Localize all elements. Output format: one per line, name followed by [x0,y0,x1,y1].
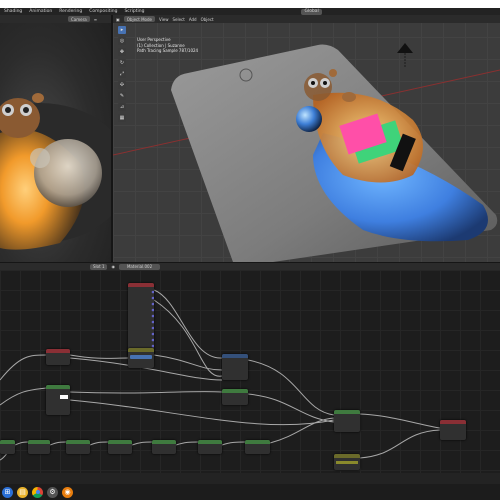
material-icon: ◉ [111,264,115,269]
vector-node[interactable] [222,354,248,380]
menu-compositing[interactable]: Compositing [89,9,117,14]
menu-object[interactable]: Object [201,17,214,22]
menu-add[interactable]: Add [189,17,197,22]
material-select[interactable]: Material.002 [118,263,161,270]
menu-icon[interactable]: ≡ [94,17,97,22]
chain-node-1[interactable] [0,440,15,454]
rotate-icon[interactable]: ↻ [118,59,126,67]
chain-node-6[interactable] [198,440,222,454]
chain-node-7[interactable] [245,440,270,454]
menu-shading[interactable]: Shading [4,9,22,14]
node-editor-header: Slot 1 ◉ Material.002 [0,262,500,270]
status-bar [0,473,500,484]
mix-shader-node[interactable] [334,410,360,432]
menu-view[interactable]: View [159,17,169,22]
render-samples: Path Tracing Sample 787/1024 [137,48,199,53]
select-tool-icon[interactable]: ▸ [118,26,126,34]
node-sockets [151,290,154,354]
material-output-node[interactable] [440,420,466,440]
color-ramp-node[interactable] [46,385,70,415]
mix-node[interactable] [222,389,248,405]
chain-node-3[interactable] [66,440,90,454]
value-node[interactable] [334,454,360,470]
move-icon[interactable]: ✥ [118,48,126,56]
3d-viewport-header: ▣ Object Mode View Select Add Object [113,15,500,23]
blender-icon[interactable]: ◉ [62,486,73,498]
annotate-icon[interactable]: ✎ [118,92,126,100]
3d-viewport[interactable]: ▣ Object Mode View Select Add Object ▸ ◎… [113,15,500,262]
taskbar: ⊞ ▤ ⚙ ◉ [0,484,500,500]
folder-icon[interactable]: ▤ [17,486,28,498]
camera-viewport-header: Camera ≡ [0,15,111,23]
camera-select[interactable]: Camera [68,16,90,22]
editor-type-icon[interactable]: ▣ [116,17,120,22]
chrome-icon[interactable] [32,486,43,498]
texture-coordinate-node[interactable] [128,283,154,357]
blue-glass-ball [296,106,322,132]
image-texture-node[interactable] [46,349,70,365]
chain-node-5[interactable] [152,440,176,454]
chain-node-2[interactable] [28,440,50,454]
mode-select[interactable]: Object Mode [123,16,155,22]
start-icon[interactable]: ⊞ [2,486,13,498]
add-cube-icon[interactable]: ▦ [118,114,126,122]
node-editor[interactable] [0,270,500,473]
menu-select[interactable]: Select [172,17,184,22]
mapping-node[interactable] [128,348,154,368]
scale-icon[interactable]: ⤢ [118,70,126,78]
menu-rendering[interactable]: Rendering [59,9,82,14]
light-gizmo [397,43,413,67]
camera-viewport[interactable]: Camera ≡ [0,15,111,262]
viewport-info: User Perspective (1) Collection | Suzann… [137,37,198,54]
menu-animation[interactable]: Animation [29,9,52,14]
chain-node-4[interactable] [108,440,132,454]
settings-icon[interactable]: ⚙ [47,486,58,498]
menu-scripting[interactable]: Scripting [124,9,144,14]
tool-shelf: ▸ ◎ ✥ ↻ ⤢ ✣ ✎ ⊿ ▦ [118,26,126,125]
measure-icon[interactable]: ⊿ [118,103,126,111]
top-menu-bar: Shading Animation Rendering Compositing … [0,8,500,15]
slot-select[interactable]: Slot 1 [90,263,108,270]
camera-render [0,93,111,250]
transform-icon[interactable]: ✣ [118,81,126,89]
scene-select[interactable]: Global [301,8,322,15]
cursor-icon[interactable]: ◎ [118,37,126,45]
